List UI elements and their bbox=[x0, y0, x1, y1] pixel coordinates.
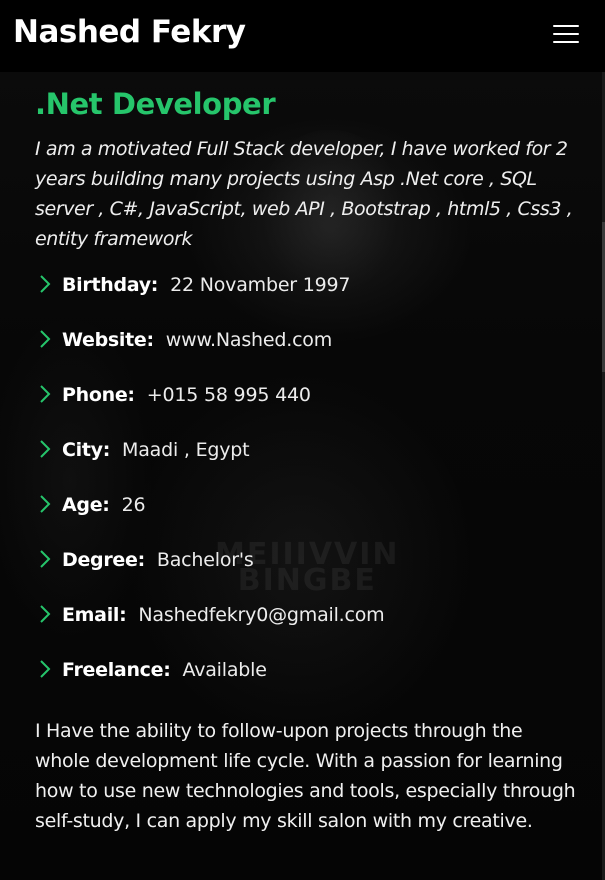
chevron-right-icon bbox=[40, 275, 51, 293]
role-title: .Net Developer bbox=[35, 87, 276, 121]
detail-label: Birthday: bbox=[62, 274, 159, 296]
chevron-right-icon bbox=[40, 605, 51, 623]
detail-label: Phone: bbox=[62, 384, 135, 406]
intro-text: I am a motivated Full Stack developer, I… bbox=[35, 138, 573, 250]
detail-value: 22 Novamber 1997 bbox=[170, 274, 351, 296]
detail-value: Maadi , Egypt bbox=[122, 439, 250, 461]
about-page: MEIIIVVIN BINGBE Nashed Fekry .Net Develo… bbox=[0, 0, 605, 880]
detail-email: Email: Nashedfekry0@gmail.com bbox=[35, 602, 580, 657]
detail-website: Website: www.Nashed.com bbox=[35, 327, 580, 382]
detail-freelance: Freelance: Available bbox=[35, 657, 580, 712]
hamburger-menu-icon[interactable] bbox=[552, 22, 580, 46]
chevron-right-icon bbox=[40, 330, 51, 348]
detail-label: Website: bbox=[62, 329, 154, 351]
chevron-right-icon bbox=[40, 550, 51, 568]
detail-label: Age: bbox=[62, 494, 110, 516]
top-header: Nashed Fekry bbox=[0, 0, 605, 72]
chevron-right-icon bbox=[40, 660, 51, 678]
detail-label: Email: bbox=[62, 604, 127, 626]
chevron-right-icon bbox=[40, 440, 51, 458]
detail-label: Freelance: bbox=[62, 659, 171, 681]
detail-value: Available bbox=[182, 659, 267, 681]
site-brand[interactable]: Nashed Fekry bbox=[13, 14, 246, 50]
detail-value: Bachelor's bbox=[156, 549, 254, 571]
bio-text: I Have the ability to follow-upon projec… bbox=[35, 720, 576, 832]
detail-phone: Phone: +015 58 995 440 bbox=[35, 382, 580, 437]
detail-city: City: Maadi , Egypt bbox=[35, 437, 580, 492]
detail-age: Age: 26 bbox=[35, 492, 580, 547]
website-link[interactable]: www.Nashed.com bbox=[166, 327, 332, 353]
chevron-right-icon bbox=[40, 495, 51, 513]
chevron-right-icon bbox=[40, 385, 51, 403]
detail-label: City: bbox=[62, 439, 111, 461]
email-link[interactable]: Nashedfekry0@gmail.com bbox=[138, 602, 384, 628]
about-content: .Net Developer I am a motivated Full Sta… bbox=[35, 84, 580, 836]
detail-label: Degree: bbox=[62, 549, 145, 571]
detail-value: +015 58 995 440 bbox=[146, 384, 311, 406]
detail-value: 26 bbox=[121, 494, 146, 516]
details-list: Birthday: 22 Novamber 1997 Website: www.… bbox=[35, 272, 580, 712]
detail-degree: Degree: Bachelor's bbox=[35, 547, 580, 602]
detail-birthday: Birthday: 22 Novamber 1997 bbox=[35, 272, 580, 327]
